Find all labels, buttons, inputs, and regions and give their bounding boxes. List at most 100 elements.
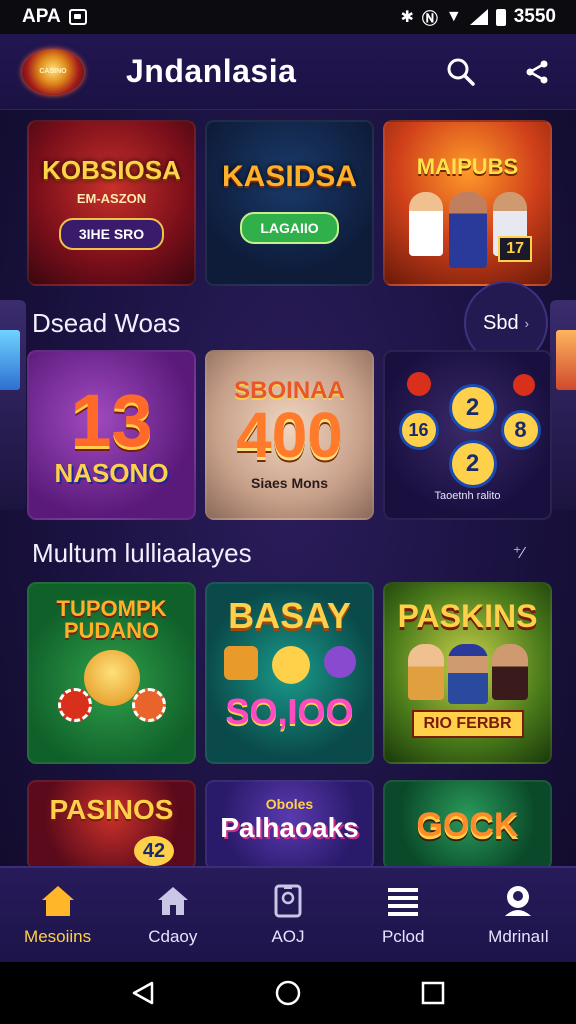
game-tile[interactable]: TUPOMPK PUDANO xyxy=(27,582,196,764)
section-title: Dsead Woas xyxy=(32,307,181,338)
see-all-label: Sbd xyxy=(483,311,519,334)
back-icon xyxy=(132,981,153,1005)
featured-game-tile[interactable]: KASIDSA LAGAIIO xyxy=(205,120,374,286)
bluetooth-icon: ✱ xyxy=(400,9,414,26)
game-big-number: SO,IOO xyxy=(225,691,354,732)
section-header: Dsead Woas Sbd › xyxy=(0,281,576,365)
game-chip: 16 xyxy=(398,410,439,450)
system-navigation-bar xyxy=(0,962,576,1024)
game-tile[interactable]: Oboles Palhaoaks xyxy=(205,780,374,870)
logo-text: CASINO xyxy=(39,68,67,75)
share-icon xyxy=(526,60,548,83)
game-title: GOCK xyxy=(416,806,519,844)
game-badge: 17 xyxy=(498,236,532,262)
nfc-icon: Ⓝ xyxy=(421,11,438,28)
signal-icon xyxy=(469,9,488,25)
game-pill: 3IHE SRO xyxy=(58,217,165,250)
status-bar: APA ✱ Ⓝ ▼ 3550 xyxy=(0,0,576,34)
nav-item-browse[interactable]: Cdaoy xyxy=(115,868,230,962)
game-banner: RIO FERBR xyxy=(411,710,524,738)
nav-label: Pclod xyxy=(381,927,425,946)
section-title: Multum lulliaalayes xyxy=(32,537,252,568)
app-header: CASINO Jndanlasia xyxy=(0,34,576,110)
game-title: MAIPUBS xyxy=(416,154,519,179)
section-header: Multum lulliaalayes ⁺⁄ xyxy=(0,530,576,576)
nav-item-tablet[interactable]: AOJ xyxy=(230,868,345,962)
game-chip: 2 xyxy=(448,384,497,432)
bottom-navigation: Mesoiins Cdaoy AOJ Pclod Mdrinaıl xyxy=(0,866,576,962)
circle-home-icon xyxy=(275,980,301,1006)
orange-chip xyxy=(131,688,166,722)
battery-icon xyxy=(495,8,506,26)
character-figure xyxy=(448,192,487,268)
game-tile[interactable]: BASAY SO,IOO xyxy=(205,582,374,764)
nav-item-profile[interactable]: Mdrinaıl xyxy=(461,868,576,962)
share-button[interactable] xyxy=(520,55,554,89)
game-chip: 2 xyxy=(448,440,497,488)
characters-group xyxy=(407,644,528,704)
game-tile[interactable]: SBOINAA 400 Siaes Mons xyxy=(205,350,374,520)
game-title: KASIDSA xyxy=(221,160,357,193)
featured-game-tile[interactable]: KOBSIOSA EM-ASZON 3IHE SRO xyxy=(27,120,196,286)
chips-group xyxy=(57,688,166,722)
game-pill: LAGAIIO xyxy=(240,212,339,244)
game-big-number: 400 xyxy=(236,399,343,471)
square-recents-icon xyxy=(422,981,445,1005)
recents-button[interactable] xyxy=(413,973,453,1013)
game-tile[interactable]: 16 2 8 2 Taoetnh ralito xyxy=(383,350,552,520)
featured-row: KOBSIOSA EM-ASZON 3IHE SRO KASIDSA LAGAI… xyxy=(27,120,553,286)
game-title: TUPOMPK PUDANO xyxy=(56,596,167,643)
red-chip xyxy=(406,372,431,396)
carrier-text: APA xyxy=(22,6,61,27)
clock-text: 3550 xyxy=(513,6,556,27)
nav-item-home[interactable]: Mesoiins xyxy=(0,868,115,962)
wifi-icon: ▼ xyxy=(445,8,462,25)
game-row: 13 NASONO SBOINAA 400 Siaes Mons 16 2 8 … xyxy=(27,350,553,520)
app-logo[interactable]: CASINO xyxy=(22,48,84,95)
game-row: PASINOS 42 Oboles Palhaoaks GOCK xyxy=(27,780,553,870)
profile-icon xyxy=(505,886,532,916)
nav-label: AOJ xyxy=(271,927,305,946)
game-title: PASINOS xyxy=(49,794,174,825)
red-chip xyxy=(512,374,535,396)
app-title: Jndanlasia xyxy=(126,53,297,89)
notification-icon xyxy=(68,9,87,25)
nav-label: Mdrinaıl xyxy=(488,927,549,946)
search-button[interactable] xyxy=(444,55,478,89)
character-figure xyxy=(447,644,488,704)
nav-label: Mesoiins xyxy=(24,927,92,946)
symbol-item xyxy=(271,646,310,684)
home-icon xyxy=(41,886,74,916)
list-icon xyxy=(388,888,419,916)
home-system-button[interactable] xyxy=(268,973,308,1013)
red-chip xyxy=(57,688,92,722)
game-big-number: 13 xyxy=(70,379,153,462)
symbols-group xyxy=(223,646,356,684)
game-chip: 8 xyxy=(500,410,541,450)
game-title: KOBSIOSA xyxy=(42,154,181,185)
game-subtitle: Oboles xyxy=(265,796,314,812)
search-icon xyxy=(447,58,475,86)
game-subtitle: Siaes Mons xyxy=(250,475,329,491)
back-button[interactable] xyxy=(123,973,163,1013)
game-title: BASAY xyxy=(228,595,351,636)
more-icon[interactable]: ⁺⁄ xyxy=(513,543,524,563)
nav-item-list[interactable]: Pclod xyxy=(346,868,461,962)
character-figure xyxy=(407,644,444,700)
character-figure xyxy=(491,644,528,700)
nav-label: Cdaoy xyxy=(148,927,198,946)
game-title: Palhaoaks xyxy=(220,812,359,843)
home-outline-icon xyxy=(157,887,188,915)
game-tile[interactable]: PASINOS 42 xyxy=(27,780,196,870)
game-subtitle: EM-ASZON xyxy=(76,190,147,206)
game-title: NASONO xyxy=(54,458,169,488)
app-screen: APA ✱ Ⓝ ▼ 3550 CASINO Jndanlasia KOBSIOS… xyxy=(0,0,576,1024)
featured-game-tile[interactable]: MAIPUBS 17 xyxy=(383,120,552,286)
game-tile[interactable]: GOCK xyxy=(383,780,552,870)
symbol-item xyxy=(323,646,356,678)
game-tile[interactable]: 13 NASONO xyxy=(27,350,196,520)
game-title: PASKINS xyxy=(397,598,538,634)
game-tile[interactable]: PASKINS RIO FERBR xyxy=(383,582,552,764)
symbol-item xyxy=(223,646,258,680)
game-badge: 42 xyxy=(134,836,174,866)
